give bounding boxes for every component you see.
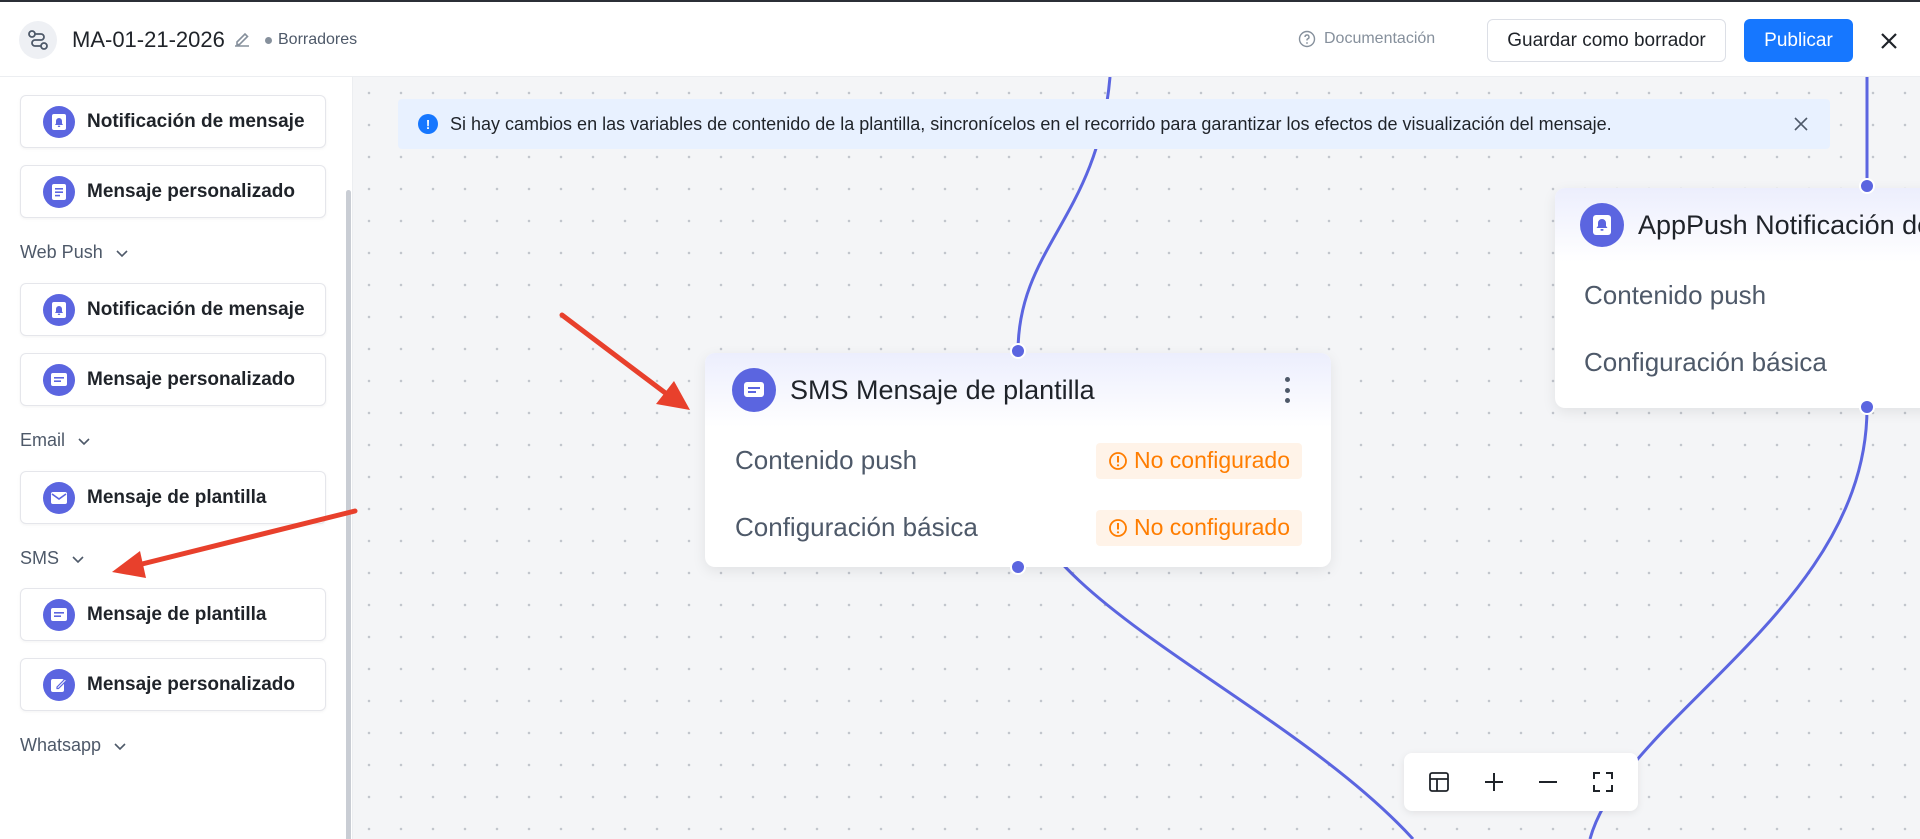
chevron-down-icon [116, 249, 128, 257]
sidebar-item-label: Mensaje personalizado [87, 368, 296, 390]
sms-template-node[interactable]: SMS Mensaje de plantilla Contenido push … [705, 353, 1331, 567]
info-icon: ! [418, 114, 438, 134]
section-web-push[interactable]: Web Push [20, 242, 129, 263]
section-email[interactable]: Email [20, 430, 91, 451]
sidebar-item-label: Notificación de mensaje [87, 298, 305, 320]
component-sidebar: Notificación de mensaje Mensaje personal… [0, 77, 353, 839]
badge-text: No configurado [1134, 514, 1290, 540]
sidebar-item-label: Mensaje personalizado [87, 180, 296, 202]
node-row-basic-config[interactable]: Configuración básica [1555, 329, 1920, 396]
sidebar-item-label: Notificación de mensaje [87, 110, 305, 132]
section-sms[interactable]: SMS [20, 548, 85, 569]
node-header: AppPush Notificación de [1555, 188, 1920, 262]
node-row-push-content[interactable]: Contenido push No configurado [705, 427, 1331, 494]
sidebar-item-label: Mensaje personalizado [87, 673, 296, 695]
section-title: Email [20, 430, 66, 450]
help-icon [1298, 30, 1316, 48]
close-icon[interactable] [1874, 26, 1904, 56]
edit-title-icon[interactable] [232, 29, 254, 51]
status-badge: Borradores [265, 31, 357, 49]
bell-icon [1580, 203, 1624, 247]
warning-icon [1109, 518, 1127, 537]
save-draft-button[interactable]: Guardar como borrador [1487, 19, 1726, 62]
fullscreen-icon[interactable] [1587, 766, 1619, 798]
documentation-label: Documentación [1324, 30, 1436, 47]
row-label: Contenido push [1584, 280, 1767, 310]
chevron-down-icon [78, 437, 90, 445]
status-label: Borradores [278, 31, 358, 48]
node-row-basic-config[interactable]: Configuración básica No configurado [705, 494, 1331, 561]
node-title: SMS Mensaje de plantilla [790, 374, 1095, 405]
sidebar-item-web-custom-message[interactable]: Mensaje personalizado [20, 353, 326, 406]
sidebar-item-sms-template[interactable]: Mensaje de plantilla [20, 588, 326, 641]
sidebar-item-label: Mensaje de plantilla [87, 486, 267, 508]
apppush-notification-node[interactable]: AppPush Notificación de Contenido push C… [1555, 188, 1920, 408]
not-configured-badge: No configurado [1096, 442, 1302, 479]
more-options-icon[interactable] [1283, 377, 1291, 403]
row-label: Contenido push [735, 445, 918, 475]
sms-node-input-port[interactable] [1010, 343, 1026, 359]
sidebar-scrollbar[interactable] [346, 190, 351, 839]
sidebar-item-app-notification[interactable]: Notificación de mensaje [20, 95, 326, 148]
section-whatsapp[interactable]: Whatsapp [20, 735, 127, 756]
workflow-icon [19, 21, 57, 59]
row-label: Configuración básica [735, 512, 978, 542]
node-title: AppPush Notificación de [1638, 209, 1920, 240]
sidebar-item-app-custom-message[interactable]: Mensaje personalizado [20, 165, 326, 218]
warning-icon [1109, 451, 1127, 470]
chevron-down-icon [72, 555, 84, 563]
top-bar: MA-01-21-2026 Borradores Documentación G… [0, 0, 1920, 77]
envelope-icon [43, 481, 75, 514]
status-dot [265, 36, 272, 44]
zoom-out-icon[interactable] [1532, 766, 1564, 798]
publish-button[interactable]: Publicar [1744, 19, 1853, 62]
banner-text: Si hay cambios en las variables de conte… [450, 113, 1612, 134]
node-header: SMS Mensaje de plantilla [705, 353, 1331, 427]
chevron-down-icon [114, 742, 126, 750]
canvas-zoom-toolbar [1404, 753, 1638, 811]
document-icon [43, 175, 75, 208]
documentation-link[interactable]: Documentación [1298, 30, 1435, 48]
edit-icon [43, 668, 75, 701]
sidebar-item-sms-custom-message[interactable]: Mensaje personalizado [20, 658, 326, 711]
bell-icon [43, 105, 75, 138]
bell-icon [43, 293, 75, 326]
section-title: SMS [20, 548, 60, 568]
section-title: Whatsapp [20, 735, 102, 755]
row-label: Configuración básica [1584, 347, 1827, 377]
apppush-node-input-port[interactable] [1859, 178, 1875, 194]
info-banner: ! Si hay cambios en las variables de con… [398, 99, 1830, 149]
zoom-in-icon[interactable] [1478, 766, 1510, 798]
section-title: Web Push [20, 242, 103, 262]
message-icon [732, 368, 776, 412]
node-row-push-content[interactable]: Contenido push [1555, 262, 1920, 329]
layout-icon[interactable] [1423, 766, 1455, 798]
close-banner-icon[interactable] [1792, 115, 1810, 133]
sidebar-item-label: Mensaje de plantilla [87, 603, 267, 625]
badge-text: No configurado [1134, 447, 1290, 473]
page-title: MA-01-21-2026 [72, 27, 225, 52]
not-configured-badge: No configurado [1096, 509, 1302, 546]
sms-node-output-port[interactable] [1010, 559, 1026, 575]
message-icon [43, 598, 75, 631]
sidebar-item-email-template[interactable]: Mensaje de plantilla [20, 471, 326, 524]
message-icon [43, 363, 75, 396]
apppush-node-output-port[interactable] [1859, 399, 1875, 415]
flow-canvas[interactable]: ! Si hay cambios en las variables de con… [353, 77, 1920, 839]
sidebar-item-web-notification[interactable]: Notificación de mensaje [20, 283, 326, 336]
